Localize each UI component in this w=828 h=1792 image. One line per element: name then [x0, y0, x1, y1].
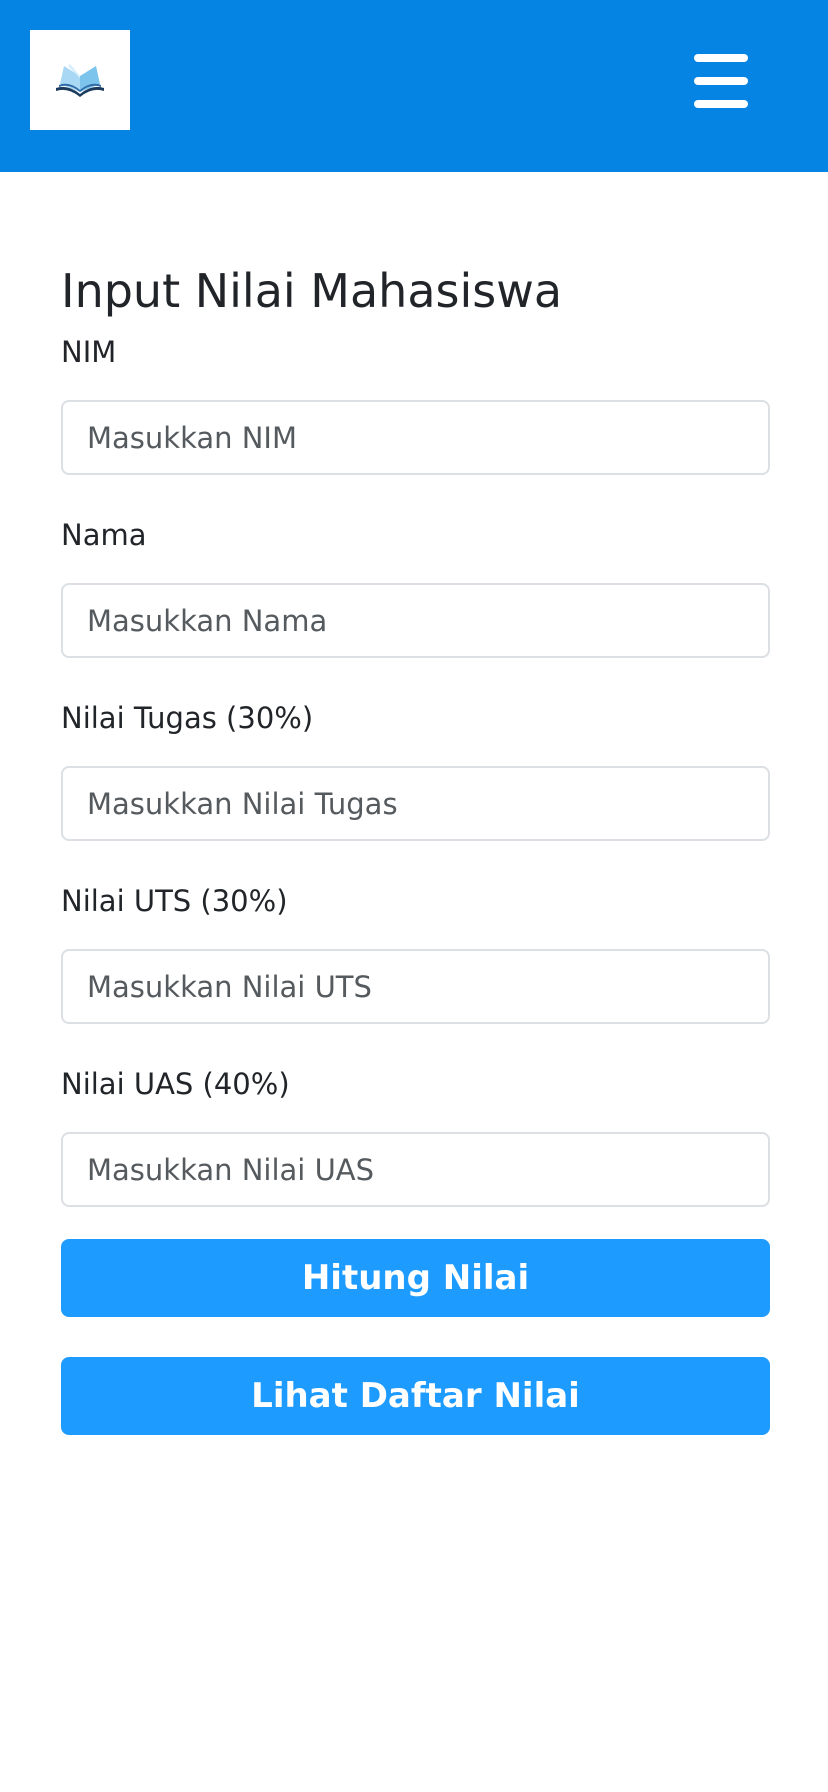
calculate-score-button[interactable]: Hitung Nilai: [61, 1239, 770, 1317]
nim-input[interactable]: [61, 400, 770, 475]
assignment-score-field-group: Nilai Tugas (30%): [61, 698, 770, 841]
midterm-score-label: Nilai UTS (30%): [61, 884, 288, 918]
name-field-group: Nama: [61, 515, 770, 658]
top-navbar: [0, 0, 828, 172]
name-label: Nama: [61, 518, 147, 552]
hamburger-menu-icon-bar: [694, 77, 748, 85]
final-exam-score-label: Nilai UAS (40%): [61, 1067, 290, 1101]
hamburger-menu-icon: [694, 54, 748, 62]
view-score-list-button[interactable]: Lihat Daftar Nilai: [61, 1357, 770, 1435]
assignment-score-input[interactable]: [61, 766, 770, 841]
nim-field-group: NIM: [61, 332, 770, 475]
nim-label: NIM: [61, 335, 117, 369]
final-exam-score-input[interactable]: [61, 1132, 770, 1207]
midterm-score-input[interactable]: [61, 949, 770, 1024]
assignment-score-label: Nilai Tugas (30%): [61, 701, 314, 735]
open-book-icon: [56, 64, 104, 97]
grade-input-form: Input Nilai Mahasiswa NIM Nama Nilai Tug…: [61, 258, 770, 1435]
hamburger-menu-icon-bar: [694, 100, 748, 108]
hamburger-menu-button[interactable]: [690, 54, 754, 108]
name-input[interactable]: [61, 583, 770, 658]
page-title: Input Nilai Mahasiswa: [61, 264, 563, 318]
midterm-score-field-group: Nilai UTS (30%): [61, 881, 770, 1024]
app-logo[interactable]: [30, 30, 130, 130]
final-exam-score-field-group: Nilai UAS (40%): [61, 1064, 770, 1207]
